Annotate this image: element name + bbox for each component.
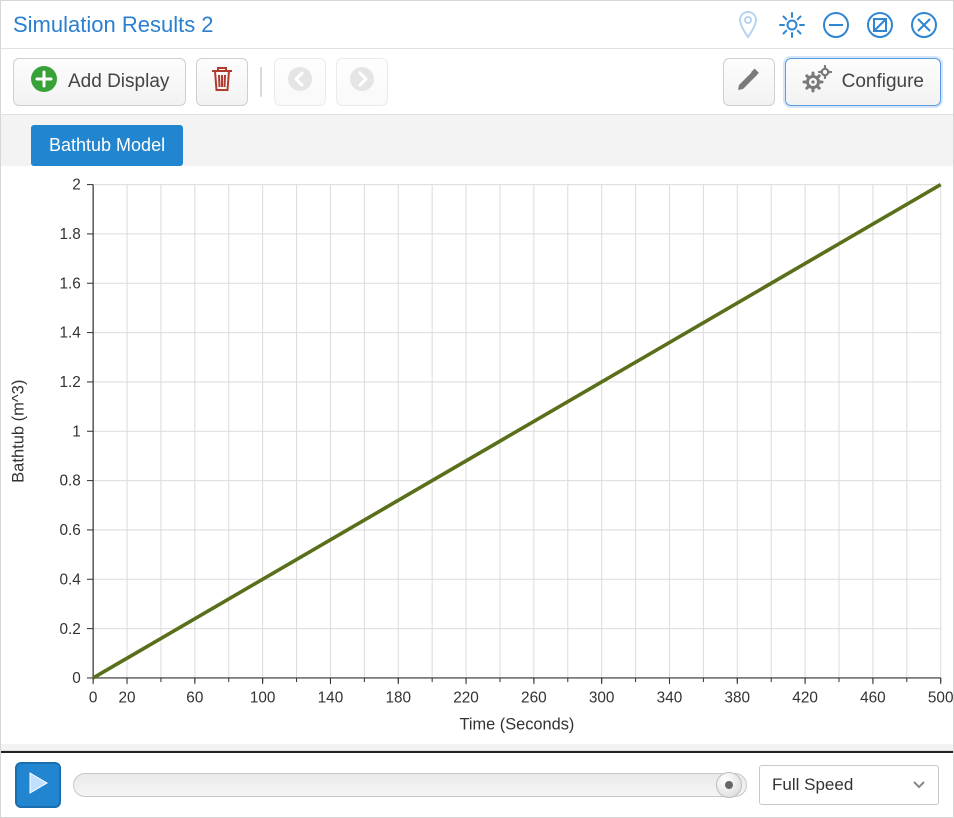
configure-button[interactable]: Configure <box>785 58 941 106</box>
next-button[interactable] <box>336 58 388 106</box>
simulation-results-panel: Simulation Results 2 <box>0 0 954 818</box>
svg-text:220: 220 <box>453 690 479 707</box>
plus-circle-icon <box>30 65 58 99</box>
edit-button[interactable] <box>723 58 775 106</box>
svg-text:140: 140 <box>318 690 344 707</box>
close-icon[interactable] <box>907 8 941 42</box>
svg-text:460: 460 <box>860 690 886 707</box>
pin-icon[interactable] <box>731 8 765 42</box>
gear-icon[interactable] <box>775 8 809 42</box>
progress-slider[interactable] <box>73 773 747 797</box>
svg-text:0: 0 <box>72 670 81 687</box>
svg-text:0.2: 0.2 <box>60 621 81 638</box>
svg-text:0.4: 0.4 <box>60 571 82 588</box>
svg-text:1: 1 <box>72 423 81 440</box>
configure-label: Configure <box>842 71 924 93</box>
svg-text:Bathtub (m^3): Bathtub (m^3) <box>10 380 28 483</box>
trash-icon <box>209 64 235 100</box>
svg-text:1.4: 1.4 <box>60 325 82 342</box>
add-display-label: Add Display <box>68 71 169 93</box>
chart-region: Bathtub Model 02060100140180220260300340… <box>1 115 953 751</box>
svg-text:1.8: 1.8 <box>60 226 81 243</box>
speed-select[interactable]: Full Speed <box>759 765 939 805</box>
svg-text:420: 420 <box>792 690 818 707</box>
svg-text:260: 260 <box>521 690 547 707</box>
svg-text:60: 60 <box>186 690 203 707</box>
svg-text:2: 2 <box>72 177 81 194</box>
svg-text:180: 180 <box>385 690 411 707</box>
svg-text:0.8: 0.8 <box>60 473 81 490</box>
add-display-button[interactable]: Add Display <box>13 58 186 106</box>
prev-button[interactable] <box>274 58 326 106</box>
svg-text:1.2: 1.2 <box>60 374 81 391</box>
toolbar: Add Display <box>1 49 953 115</box>
svg-text:Time (Seconds): Time (Seconds) <box>459 715 574 733</box>
svg-text:500: 500 <box>928 690 953 707</box>
detach-icon[interactable] <box>863 8 897 42</box>
svg-text:0: 0 <box>89 690 98 707</box>
chevron-right-icon <box>349 66 375 98</box>
progress-thumb[interactable] <box>716 772 742 798</box>
panel-title: Simulation Results 2 <box>13 12 731 38</box>
svg-text:20: 20 <box>118 690 135 707</box>
delete-button[interactable] <box>196 58 248 106</box>
titlebar-icons <box>731 8 941 42</box>
svg-text:100: 100 <box>250 690 276 707</box>
line-chart: 0 20 60 100 140 180 220 260 300 340 380 420 460 500 0 0… <box>1 166 953 744</box>
play-icon <box>27 771 49 800</box>
svg-text:380: 380 <box>724 690 750 707</box>
svg-text:0.6: 0.6 <box>60 522 81 539</box>
chevron-down-icon <box>912 775 926 795</box>
svg-text:340: 340 <box>657 690 683 707</box>
titlebar: Simulation Results 2 <box>1 1 953 49</box>
svg-text:300: 300 <box>589 690 615 707</box>
pencil-icon <box>735 65 763 99</box>
play-button[interactable] <box>15 762 61 808</box>
playback-bar: Full Speed <box>1 751 953 817</box>
tab-bathtub-model[interactable]: Bathtub Model <box>31 125 183 166</box>
gears-icon <box>802 65 832 99</box>
svg-text:1.6: 1.6 <box>60 275 81 292</box>
minimize-icon[interactable] <box>819 8 853 42</box>
speed-select-label: Full Speed <box>772 775 853 795</box>
chart-tab-bar: Bathtub Model <box>1 115 953 166</box>
toolbar-separator <box>260 67 262 97</box>
chart-area: 0 20 60 100 140 180 220 260 300 340 380 420 460 500 0 0… <box>1 166 953 744</box>
chevron-left-icon <box>287 66 313 98</box>
